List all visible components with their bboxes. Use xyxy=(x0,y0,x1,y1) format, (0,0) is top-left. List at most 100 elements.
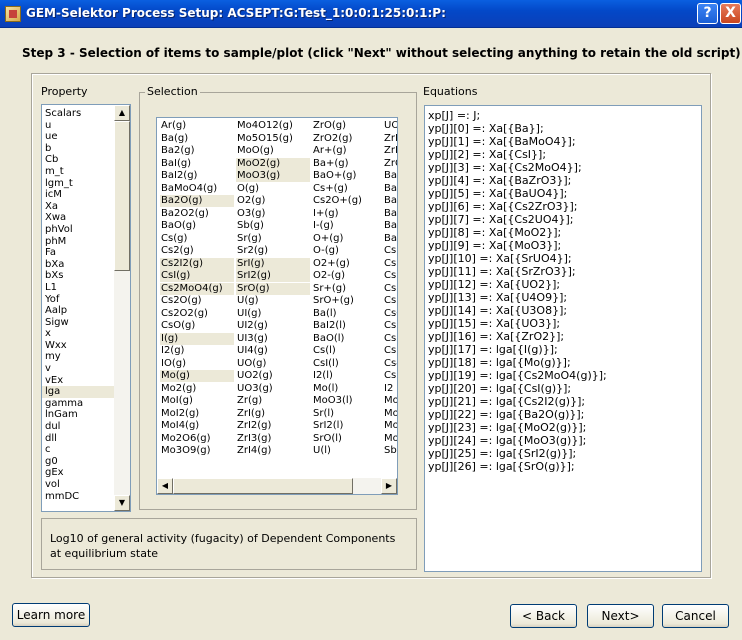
selection-cell[interactable]: MoO2(g) xyxy=(236,157,310,170)
selection-cell[interactable]: ZrC xyxy=(383,158,397,170)
selection-cell[interactable]: Mo2(g) xyxy=(160,383,234,395)
equation-line[interactable]: yp[J][0] =: Xa[{Ba}]; xyxy=(425,122,701,135)
selection-cell[interactable]: I2(l) xyxy=(312,370,381,382)
selection-cell[interactable]: O(g) xyxy=(236,183,310,195)
selection-cell[interactable]: Cs2 xyxy=(383,370,397,382)
help-button[interactable]: ? xyxy=(697,3,718,24)
equations-editor[interactable]: xp[J] =: J; yp[J][0] =: Xa[{Ba}]; yp[J][1]… xyxy=(424,105,702,572)
selection-cell[interactable]: SrI2(g) xyxy=(236,270,310,282)
equation-line[interactable]: xp[J] =: J; xyxy=(425,109,701,122)
selection-cell[interactable]: UO xyxy=(383,120,397,132)
selection-cell[interactable]: BaI xyxy=(383,183,397,195)
selection-cell[interactable]: O+(g) xyxy=(312,233,381,245)
selection-cell[interactable]: Cs2 xyxy=(383,283,397,295)
selection-cell[interactable]: BaZ xyxy=(383,208,397,220)
selection-cell[interactable]: MoI xyxy=(383,395,397,407)
selection-cell[interactable]: SrO+(g) xyxy=(312,295,381,307)
selection-cell[interactable]: ZrI2 xyxy=(383,145,397,157)
selection-cell[interactable]: MoI2(g) xyxy=(160,408,234,420)
selection-cell[interactable]: Sr2(g) xyxy=(236,245,310,257)
equation-line[interactable]: yp[J][22] =: lga[{Ba2O(g)}]; xyxy=(425,408,701,421)
selection-cell[interactable]: BaMoO4(g) xyxy=(160,183,234,195)
selection-cell[interactable]: Cs2(g) xyxy=(160,245,234,257)
equation-line[interactable]: yp[J][4] =: Xa[{BaZrO3}]; xyxy=(425,174,701,187)
equation-line[interactable]: yp[J][10] =: Xa[{SrUO4}]; xyxy=(425,252,701,265)
selection-cell[interactable]: ZrO2(g) xyxy=(312,133,381,145)
close-button[interactable]: X xyxy=(720,3,741,24)
selection-cell[interactable]: Mo2 xyxy=(383,408,397,420)
equation-line[interactable]: yp[J][8] =: Xa[{MoO2}]; xyxy=(425,226,701,239)
selection-cell[interactable]: Cs2 xyxy=(383,295,397,307)
selection-cell[interactable]: Cs2 xyxy=(383,320,397,332)
selection-cell[interactable]: IO(g) xyxy=(160,358,234,370)
learn-more-button[interactable]: Learn more xyxy=(12,603,90,627)
next-button[interactable]: Next> xyxy=(587,604,654,628)
selection-cell[interactable]: Ar(g) xyxy=(160,120,234,132)
selection-cell[interactable]: U(g) xyxy=(236,295,310,307)
selection-cell[interactable]: CsO(g) xyxy=(160,320,234,332)
equation-line[interactable]: yp[J][17] =: lga[{I(g)}]; xyxy=(425,343,701,356)
selection-cell[interactable]: MoI(g) xyxy=(160,395,234,407)
equation-line[interactable]: yp[J][24] =: lga[{MoO3(g)}]; xyxy=(425,434,701,447)
selection-cell[interactable]: MoI4(g) xyxy=(160,420,234,432)
selection-cell[interactable]: Mo5O15(g) xyxy=(236,133,310,145)
selection-cell[interactable]: ZrI3(g) xyxy=(236,433,310,445)
selection-cell[interactable]: Sr(g) xyxy=(236,233,310,245)
selection-cell[interactable]: MoO3(g) xyxy=(236,170,310,182)
equation-line[interactable]: yp[J][14] =: Xa[{U3O8}]; xyxy=(425,304,701,317)
equation-line[interactable]: yp[J][15] =: Xa[{UO3}]; xyxy=(425,317,701,330)
selection-cell[interactable]: UO3(g) xyxy=(236,383,310,395)
selection-cell[interactable]: O-(g) xyxy=(312,245,381,257)
selection-cell[interactable]: Mo4 xyxy=(383,420,397,432)
selection-cell[interactable]: BaI2(g) xyxy=(160,170,234,182)
selection-cell[interactable]: Cs+(g) xyxy=(312,183,381,195)
selection-cell[interactable]: Ba2O2(g) xyxy=(160,208,234,220)
selection-cell[interactable]: Cs2O(g) xyxy=(160,295,234,307)
equation-line[interactable]: yp[J][18] =: lga[{Mo(g)}]; xyxy=(425,356,701,369)
selection-cell[interactable]: UI3(g) xyxy=(236,333,310,345)
scroll-right-button[interactable]: ▶ xyxy=(381,478,397,494)
property-scrollbar[interactable]: ▲ ▼ xyxy=(114,105,130,511)
scroll-down-button[interactable]: ▼ xyxy=(114,495,130,511)
selection-cell[interactable]: Cs2O2(g) xyxy=(160,308,234,320)
selection-cell[interactable]: O2(g) xyxy=(236,195,310,207)
equation-line[interactable]: yp[J][23] =: lga[{MoO2(g)}]; xyxy=(425,421,701,434)
equation-line[interactable]: yp[J][12] =: Xa[{UO2}]; xyxy=(425,278,701,291)
selection-cell[interactable]: ZrO(g) xyxy=(312,120,381,132)
selection-cell[interactable]: Ba xyxy=(383,170,397,182)
selection-cell[interactable]: BaI(g) xyxy=(160,158,234,170)
selection-cell[interactable]: BaO(g) xyxy=(160,220,234,232)
selection-cell[interactable]: ZrI(g) xyxy=(236,408,310,420)
selection-cell[interactable]: UO(g) xyxy=(236,358,310,370)
equation-line[interactable]: yp[J][20] =: lga[{CsI(g)}]; xyxy=(425,382,701,395)
equation-line[interactable]: yp[J][3] =: Xa[{Cs2MoO4}]; xyxy=(425,161,701,174)
selection-cell[interactable]: UI2(g) xyxy=(236,320,310,332)
selection-cell[interactable]: MoO3(l) xyxy=(312,395,381,407)
cancel-button[interactable]: Cancel xyxy=(662,604,729,628)
selection-cell[interactable]: Zr(g) xyxy=(236,395,310,407)
selection-cell[interactable]: Cs2 xyxy=(383,270,397,282)
selection-cell[interactable]: Cs4 xyxy=(383,358,397,370)
equation-line[interactable]: yp[J][2] =: Xa[{CsI}]; xyxy=(425,148,701,161)
selection-cell[interactable]: SrO(g) xyxy=(236,282,310,295)
selection-cell[interactable]: Ar+(g) xyxy=(312,145,381,157)
selection-grid[interactable]: Ar(g) Ba(g) Ba2(g) BaI(g) BaI2(g) BaMoO4(g) Ba… xyxy=(156,117,398,495)
equation-line[interactable]: yp[J][7] =: Xa[{Cs2UO4}]; xyxy=(425,213,701,226)
scroll-up-button[interactable]: ▲ xyxy=(114,105,130,121)
selection-cell[interactable]: BaO(l) xyxy=(312,333,381,345)
selection-cell[interactable]: SrO(l) xyxy=(312,433,381,445)
equation-line[interactable]: yp[J][1] =: Xa[{BaMoO4}]; xyxy=(425,135,701,148)
equation-line[interactable]: yp[J][16] =: Xa[{ZrO2}]; xyxy=(425,330,701,343)
selection-cell[interactable]: SrI(g) xyxy=(236,257,310,270)
selection-cell[interactable]: Mo4 xyxy=(383,433,397,445)
selection-cell[interactable]: I2 xyxy=(383,383,397,395)
selection-cell[interactable]: Mo4O12(g) xyxy=(236,120,310,132)
selection-cell[interactable]: Sr+(g) xyxy=(312,283,381,295)
selection-cell[interactable]: Cs(g) xyxy=(160,233,234,245)
selection-cell[interactable]: MoO(g) xyxy=(236,145,310,157)
back-button[interactable]: < Back xyxy=(510,604,577,628)
selection-cell[interactable]: Cs2I2(g) xyxy=(160,257,234,270)
selection-cell[interactable]: O3(g) xyxy=(236,208,310,220)
selection-cell[interactable]: CsI(g) xyxy=(160,270,234,282)
selection-cell[interactable]: Ba2(g) xyxy=(160,145,234,157)
